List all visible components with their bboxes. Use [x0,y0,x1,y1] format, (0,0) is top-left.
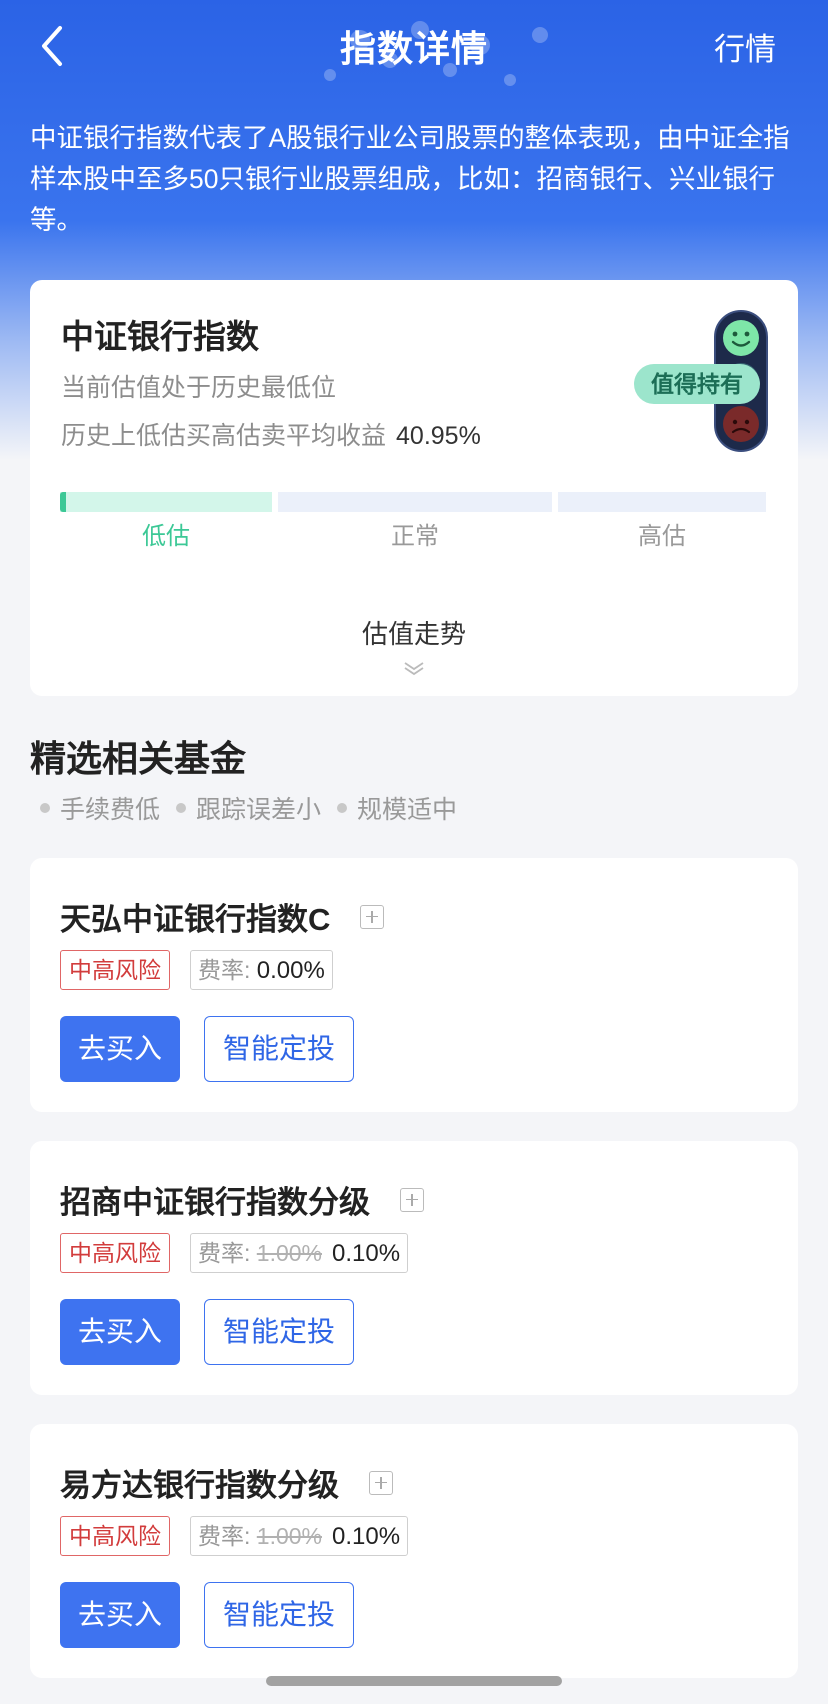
add-watchlist-icon[interactable] [369,1470,393,1495]
fee-badge: 费率: 1.00% 0.10% [190,1516,409,1556]
gauge-label-low: 低估 [142,523,190,550]
fee-badge: 费率: 1.00% 0.10% [190,1233,409,1273]
index-name: 中证银行指数 [61,318,259,355]
fee-label: 费率: [198,957,251,983]
home-indicator[interactable] [266,1676,562,1686]
buy-button[interactable]: 去买入 [60,1299,180,1365]
hold-badge: 值得持有 [634,364,760,404]
fee-badge: 费率: 0.00% [190,950,333,990]
gauge-high-segment [558,492,766,512]
buy-button[interactable]: 去买入 [60,1016,180,1082]
fee-original: 1.00% [256,1240,322,1266]
gauge-label-normal: 正常 [391,523,439,550]
fund-name: 招商中证银行指数分级 [60,1177,424,1222]
fund-card[interactable]: 招商中证银行指数分级 中高风险 费率: 1.00% 0.10% 去买入 智能定投 [30,1141,798,1395]
gauge-current-marker [60,492,66,512]
risk-badge: 中高风险 [60,1233,170,1273]
buy-button[interactable]: 去买入 [60,1582,180,1648]
fund-name: 易方达银行指数分级 [60,1460,393,1505]
tag-item: 规模适中 [337,790,457,826]
tag-item: 手续费低 [40,790,160,826]
fee-current: 0.10% [332,1240,401,1267]
gauge-normal-segment [278,492,552,512]
index-description: 中证银行指数代表了A股银行业公司股票的整体表现，由中证全指样本股中至多50只银行… [30,123,790,235]
valuation-status: 当前估值处于历史最低位 [61,374,337,402]
index-valuation-card: 中证银行指数 当前估值处于历史最低位 历史上低估买高估卖平均收益 40.95% 值… [30,280,798,696]
fund-card[interactable]: 易方达银行指数分级 中高风险 费率: 1.00% 0.10% 去买入 智能定投 [30,1424,798,1678]
fee-current: 0.00% [256,957,325,984]
fee-label: 费率: [198,1523,251,1549]
bullet-icon [337,803,348,813]
fee-label: 费率: [198,1240,251,1266]
risk-badge: 中高风险 [60,1516,170,1556]
fee-original: 1.00% [256,1523,322,1549]
avg-return-row: 历史上低估买高估卖平均收益 40.95% [61,416,481,452]
avg-return-value: 40.95% [396,422,481,450]
section-title: 精选相关基金 [30,738,247,779]
gauge-label-high: 高估 [638,523,686,550]
valuation-trend-toggle[interactable]: 估值走势 [30,614,798,651]
bullet-icon [40,803,50,813]
chevron-down-icon[interactable] [402,660,426,676]
gauge-low-segment [60,492,272,512]
fund-name: 天弘中证银行指数C [60,894,385,939]
fund-card[interactable]: 天弘中证银行指数C 中高风险 费率: 0.00% 去买入 智能定投 [30,858,798,1112]
risk-badge: 中高风险 [60,950,170,990]
page-title: 指数详情 [339,28,488,69]
auto-invest-button[interactable]: 智能定投 [204,1299,354,1365]
auto-invest-button[interactable]: 智能定投 [204,1582,354,1648]
back-arrow-icon[interactable] [28,20,80,72]
add-watchlist-icon[interactable] [400,1187,424,1212]
fund-tags: 手续费低 跟踪误差小 规模适中 [40,790,473,826]
fee-current: 0.10% [332,1523,401,1550]
bullet-icon [176,803,187,813]
avg-return-label: 历史上低估买高估卖平均收益 [61,422,387,450]
auto-invest-button[interactable]: 智能定投 [204,1016,354,1082]
tag-item: 跟踪误差小 [176,790,321,826]
nav-bar: 指数详情 行情 [0,0,828,92]
market-link[interactable]: 行情 [714,24,776,69]
add-watchlist-icon[interactable] [360,904,385,929]
